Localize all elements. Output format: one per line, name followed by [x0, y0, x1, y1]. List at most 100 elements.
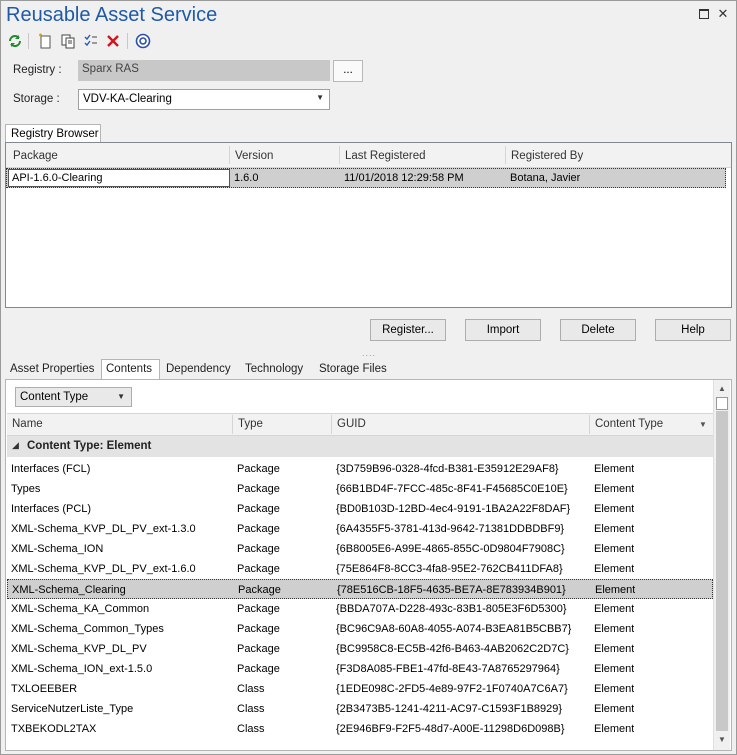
restore-icon[interactable]	[697, 8, 711, 22]
content-name: XML-Schema_KVP_DL_PV	[11, 643, 147, 655]
content-guid: {6A4355F5-3781-413d-9642-71381DDBDBF9}	[336, 523, 565, 535]
content-guid: {6B8005E6-A99E-4865-855C-0D9804F7908C}	[336, 543, 565, 555]
storage-select-value: VDV-KA-Clearing	[83, 93, 172, 105]
registry-browse-button[interactable]: ...	[333, 60, 363, 82]
chevron-down-icon: ▼	[316, 93, 324, 102]
content-row[interactable]: XML-Schema_Common_Types Package {BC96C9A8-…	[7, 619, 713, 639]
content-kind: Element	[594, 503, 635, 515]
content-type: Package	[237, 663, 280, 675]
content-guid: {BBDA707A-D228-493c-83B1-805E3F6D5300}	[336, 603, 567, 615]
content-row[interactable]: XML-Schema_Clearing Package {78E516CB-18F5…	[7, 579, 713, 599]
group-row[interactable]: ◢ Content Type: Element	[7, 436, 713, 457]
column-header-version[interactable]: Version	[235, 150, 273, 162]
tab-technology[interactable]: Technology	[245, 363, 303, 375]
splitter-grip[interactable]: ....	[362, 348, 376, 358]
new-icon[interactable]	[36, 32, 54, 50]
column-header-content-type[interactable]: Content Type	[595, 418, 663, 430]
content-guid: {3D759B96-0328-4fcd-B381-E35912E29AF8}	[336, 463, 559, 475]
content-kind: Element	[594, 563, 635, 575]
content-name: XML-Schema_KA_Common	[11, 603, 150, 615]
content-name: XML-Schema_KVP_DL_PV_ext-1.6.0	[11, 563, 196, 575]
tab-registry-browser[interactable]: Registry Browser	[5, 124, 101, 143]
content-type: Package	[237, 483, 280, 495]
content-type: Class	[237, 723, 265, 735]
content-row[interactable]: TXLOEEBER Class {1EDE098C-2FD5-4e89-97F2-1…	[7, 679, 713, 699]
content-guid: {75E864F8-8CC3-4fa8-95E2-762CB411DFA8}	[336, 563, 563, 575]
toolbar-separator	[28, 33, 29, 49]
column-header-registered-by[interactable]: Registered By	[511, 150, 583, 162]
import-button[interactable]: Import	[465, 319, 541, 341]
delete-button[interactable]: Delete	[560, 319, 636, 341]
scrollbar-track[interactable]	[716, 411, 728, 731]
package-registered-by: Botana, Javier	[510, 172, 581, 184]
tab-asset-properties[interactable]: Asset Properties	[10, 363, 94, 375]
scroll-up-icon[interactable]: ▲	[718, 384, 726, 393]
content-kind: Element	[594, 483, 635, 495]
scrollbar-thumb[interactable]	[716, 397, 728, 410]
content-row[interactable]: XML-Schema_KVP_DL_PV_ext-1.6.0 Package {75…	[7, 559, 713, 579]
chevron-down-icon: ▼	[117, 392, 125, 401]
content-guid: {66B1BD4F-7FCC-485c-8F41-F45685C0E10E}	[336, 483, 568, 495]
column-header-last-registered[interactable]: Last Registered	[345, 150, 426, 162]
checklist-icon[interactable]	[82, 32, 100, 50]
tab-dependency[interactable]: Dependency	[166, 363, 231, 375]
content-type: Package	[237, 603, 280, 615]
scroll-down-icon[interactable]: ▼	[718, 735, 726, 744]
content-name: XML-Schema_Clearing	[12, 584, 126, 596]
toolbar-separator	[127, 33, 128, 49]
content-name: Interfaces (FCL)	[11, 463, 91, 475]
column-header-type[interactable]: Type	[238, 418, 263, 430]
content-kind: Element	[594, 463, 635, 475]
tab-storage-files[interactable]: Storage Files	[319, 363, 387, 375]
content-kind: Element	[594, 623, 635, 635]
package-version: 1.6.0	[234, 172, 259, 184]
package-table: Package Version Last Registered Register…	[5, 142, 732, 308]
package-name: API-1.6.0-Clearing	[12, 172, 103, 184]
column-header-name[interactable]: Name	[12, 418, 43, 430]
group-by-dropdown[interactable]: Content Type ▼	[15, 387, 132, 407]
content-type: Package	[237, 523, 280, 535]
content-name: TXLOEEBER	[11, 683, 78, 695]
content-kind: Element	[594, 683, 635, 695]
storage-label: Storage :	[13, 93, 60, 105]
content-row[interactable]: XML-Schema_ION_ext-1.5.0 Package {F3D8A085…	[7, 659, 713, 679]
content-row[interactable]: ServiceNutzerListe_Type Class {2B3473B5-12…	[7, 699, 713, 719]
content-row[interactable]: TXBEKODL2TAX Class {2E946BF9-F2F5-48d7-A00…	[7, 719, 713, 739]
content-row[interactable]: Interfaces (FCL) Package {3D759B96-0328-4f…	[7, 459, 713, 479]
content-name: XML-Schema_KVP_DL_PV_ext-1.3.0	[11, 523, 196, 535]
copy-icon[interactable]	[59, 32, 77, 50]
storage-select[interactable]: VDV-KA-Clearing ▼	[78, 89, 330, 110]
column-divider	[229, 146, 230, 164]
content-row[interactable]: Types Package {66B1BD4F-7FCC-485c-8F41-F45…	[7, 479, 713, 499]
help-icon[interactable]	[134, 32, 152, 50]
tab-contents[interactable]: Contents	[106, 363, 152, 375]
content-name: XML-Schema_ION	[11, 543, 104, 555]
content-kind: Element	[595, 584, 636, 596]
collapse-icon[interactable]: ◢	[12, 440, 19, 451]
content-type: Package	[237, 563, 280, 575]
help-button[interactable]: Help	[655, 319, 731, 341]
content-type: Package	[237, 623, 280, 635]
register-button[interactable]: Register...	[370, 319, 446, 341]
column-header-guid[interactable]: GUID	[337, 418, 366, 430]
column-header-package[interactable]: Package	[13, 150, 58, 162]
package-row[interactable]: API-1.6.0-Clearing 1.6.0 11/01/2018 12:2…	[6, 168, 726, 188]
content-row[interactable]: XML-Schema_KA_Common Package {BBDA707A-D22…	[7, 599, 713, 619]
vertical-scrollbar[interactable]: ▲ ▼	[713, 380, 730, 750]
content-row[interactable]: XML-Schema_KVP_DL_PV_ext-1.3.0 Package {6A…	[7, 519, 713, 539]
content-row[interactable]: XML-Schema_KVP_DL_PV Package {BC9958C8-EC5…	[7, 639, 713, 659]
delete-icon[interactable]	[104, 32, 122, 50]
content-type: Package	[237, 503, 280, 515]
content-guid: {BD0B103D-12BD-4ec4-9191-1BA2A22F8DAF}	[336, 503, 571, 515]
content-name: XML-Schema_ION_ext-1.5.0	[11, 663, 153, 675]
filter-dropdown-icon[interactable]: ▼	[699, 420, 707, 429]
content-guid: {78E516CB-18F5-4635-BE7A-8E783934B901}	[337, 584, 566, 596]
refresh-icon[interactable]	[6, 32, 24, 50]
column-divider	[339, 146, 340, 164]
column-divider	[589, 415, 590, 434]
contents-rows: Interfaces (FCL) Package {3D759B96-0328-4f…	[7, 459, 713, 749]
content-row[interactable]: XML-Schema_ION Package {6B8005E6-A99E-4865…	[7, 539, 713, 559]
content-row[interactable]: Interfaces (PCL) Package {BD0B103D-12BD-4e…	[7, 499, 713, 519]
window-title: Reusable Asset Service	[6, 4, 218, 26]
close-icon[interactable]: ✕	[716, 6, 730, 22]
